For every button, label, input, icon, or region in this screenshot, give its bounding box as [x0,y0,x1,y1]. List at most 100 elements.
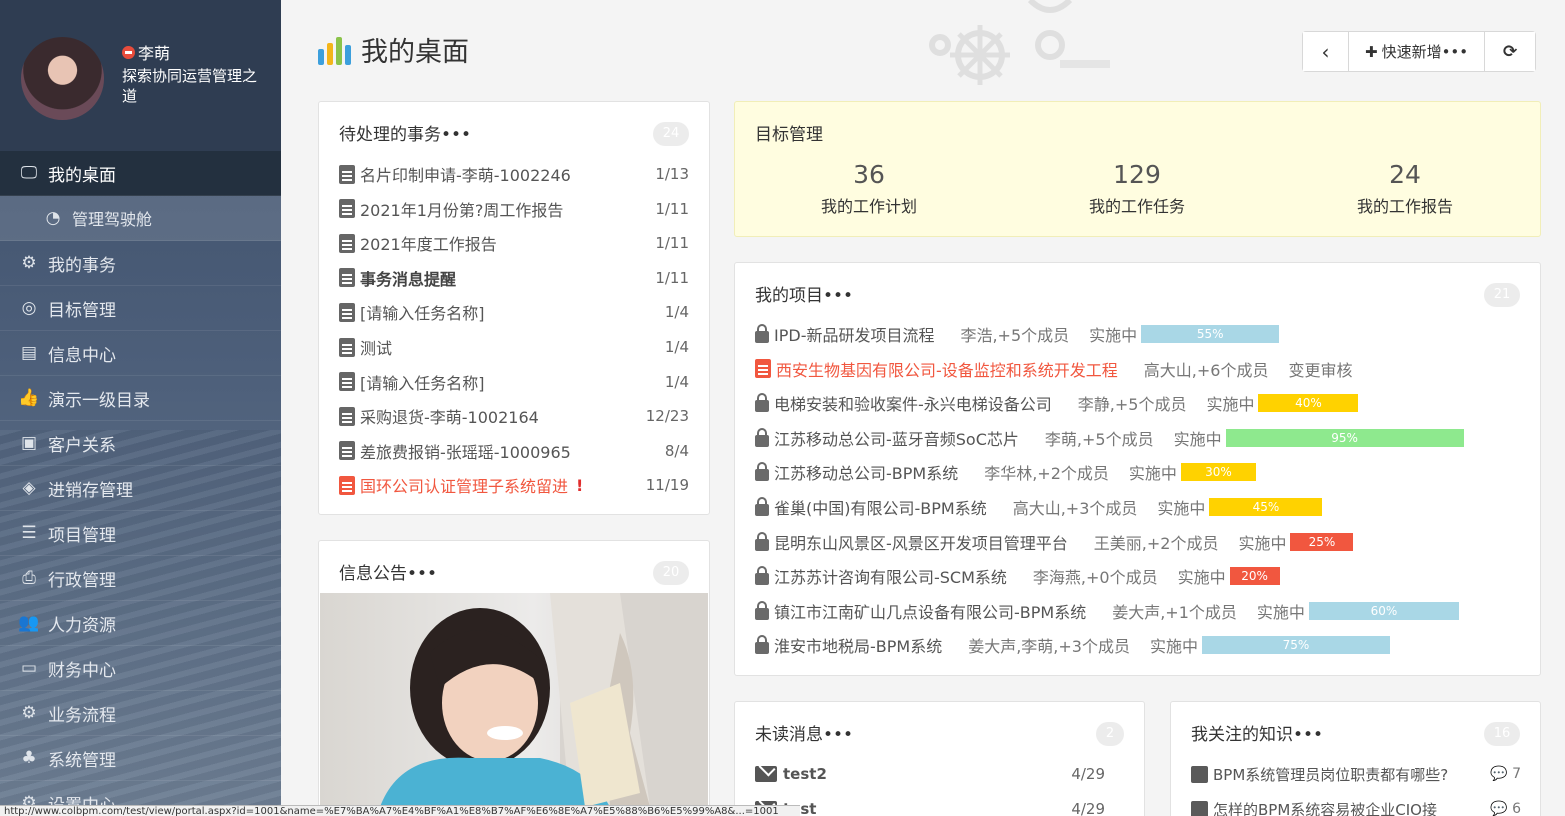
user-name-row[interactable]: 李萌 [122,40,170,64]
knowledge-title[interactable]: 我关注的知识••• [1191,720,1323,745]
project-item[interactable]: 电梯安装和验收案件-永兴电梯设备公司 李静,+5个成员 实施中 40% [755,389,1359,417]
cubes-icon: ◈ [22,478,36,498]
sidebar-item-8[interactable]: ☰ 项目管理 [0,511,281,556]
sidebar-item-13[interactable]: ♣ 系统管理 [0,736,281,781]
project-item[interactable]: 西安生物基因有限公司-设备监控和系统开发工程 高大山,+6个成员 变更审核 [755,355,1352,383]
project-name: IPD-新品研发项目流程 [774,326,935,345]
goal-work-report-label: 我的工作报告 [1356,197,1453,216]
gears-icon: ⚙ [21,253,37,273]
sidebar-item-11[interactable]: ▭ 财务中心 [0,646,281,691]
messages-count-badge: 2 [1096,722,1124,746]
todo-item-title: 国环公司认证管理子系统留进 [360,477,569,497]
todo-item[interactable]: 采购退货-李萌-1002164 12/23 [339,401,689,431]
project-name: 电梯安装和验收案件-永兴电梯设备公司 [774,395,1052,415]
project-item[interactable]: 雀巢(中国)有限公司-BPM系统 高大山,+3个成员 实施中 45% [755,493,1323,521]
sidebar-item-5[interactable]: 👍 演示一级目录 [0,376,281,421]
todo-item[interactable]: [请输入任务名称] 1/4 [339,297,689,327]
projects-title[interactable]: 我的项目••• [755,281,853,306]
message-item[interactable]: test4/29 [755,795,1105,816]
document-icon [339,372,355,392]
notice-photo[interactable] [320,593,708,807]
sidebar-item-4[interactable]: ▤ 信息中心 [0,331,281,376]
todo-item-title: [请输入任务名称] [360,373,485,393]
project-item[interactable]: 镇江市江南矿山几点设备有限公司-BPM系统 姜大声,+1个成员 实施中 60% [755,597,1459,625]
project-members: 李静,+5个成员 [1077,395,1187,415]
sidebar: 李萌 探索协同运营管理之道 🖵 我的桌面 ◔ 管理驾驶舱 ⚙ 我的事务 ◎ 目标管理 ▤ 信息中心… [0,0,281,816]
gears-decoration [929,0,1110,85]
goal-work-task-label: 我的工作任务 [1088,197,1185,216]
sidebar-item-label: 项目管理 [48,525,116,546]
project-status: 实施中 [1177,568,1226,588]
project-item[interactable]: 江苏移动总公司-蓝牙音频SoC芯片 李萌,+5个成员 实施中 95% [755,424,1464,452]
project-name: 西安生物基因有限公司-设备监控和系统开发工程 [776,360,1118,380]
project-progress-bar: 60% [1308,601,1459,620]
project-progress-bar: 95% [1225,428,1464,447]
todo-item[interactable]: [请输入任务名称] 1/4 [339,367,689,397]
sidebar-item-label: 人力资源 [48,615,116,636]
goal-work-plan[interactable]: 36 我的工作计划 [769,160,969,217]
note-icon [1191,800,1208,816]
app: { "user": {"name": "李萌", "motto": "探索协同运… [0,0,1565,816]
project-item[interactable]: 江苏苏计咨询有限公司-SCM系统 李海燕,+0个成员 实施中 20% [755,562,1280,590]
sidebar-item-10[interactable]: 👥 人力资源 [0,601,281,646]
todo-item-date: 8/4 [664,441,689,460]
comment-count: 💬 6 [1490,801,1521,816]
todo-item[interactable]: 国环公司认证管理子系统留进! 11/19 [339,470,689,500]
goal-work-plan-label: 我的工作计划 [820,197,917,216]
project-item[interactable]: IPD-新品研发项目流程 李浩,+5个成员 实施中 55% [755,320,1280,348]
project-item[interactable]: 淮安市地税局-BPM系统 姜大声,李萌,+3个成员 实施中 75% [755,631,1390,659]
user-profile: 李萌 探索协同运营管理之道 [0,0,281,151]
refresh-button[interactable]: ⟳ [1485,32,1536,71]
notice-title[interactable]: 信息公告••• [339,559,437,584]
sidebar-item-7[interactable]: ◈ 进销存管理 [0,466,281,511]
project-name: 雀巢(中国)有限公司-BPM系统 [774,499,987,518]
sidebar-item-label: 业务流程 [48,705,116,726]
todo-item[interactable]: 差旅费报销-张瑶瑶-1000965 8/4 [339,436,689,466]
todo-panel: 待处理的事务••• 24 名片印制申请-李萌-1002246 1/13 2021年1… [318,101,710,515]
sidebar-item-label: 我的桌面 [48,165,116,186]
todo-item[interactable]: 名片印制申请-李萌-1002246 1/13 [339,159,689,189]
sidebar-item-label: 目标管理 [48,300,116,321]
quick-add-button[interactable]: ✚ 快速新增••• [1349,32,1486,71]
page-title: 我的桌面 [318,30,469,69]
user-motto: 探索协同运营管理之道 [122,67,258,105]
todo-item[interactable]: 事务消息提醒 1/11 [339,263,689,293]
sidebar-item-3[interactable]: ◎ 目标管理 [0,286,281,331]
project-name: 镇江市江南矿山几点设备有限公司-BPM系统 [774,602,1087,622]
sidebar-item-6[interactable]: ▣ 客户关系 [0,421,281,466]
todo-item[interactable]: 2021年1月份第?周工作报告 1/11 [339,194,689,224]
chevron-left-icon: ‹ [1321,39,1330,64]
todo-item[interactable]: 测试 1/4 [339,332,689,362]
back-button[interactable]: ‹ [1303,32,1349,71]
todo-title[interactable]: 待处理的事务••• [339,120,471,145]
project-status: 实施中 [1157,499,1206,518]
header-toolbar: ‹ ✚ 快速新增••• ⟳ [1302,31,1537,72]
knowledge-item[interactable]: BPM系统管理员岗位职责都有哪些? 💬 7 [1191,760,1521,788]
sidebar-item-label: 我的事务 [48,255,116,276]
sidebar-item-0[interactable]: 🖵 我的桌面 [0,151,281,196]
project-item[interactable]: 昆明东山风景区-风景区开发项目管理平台 王美丽,+2个成员 实施中 25% [755,528,1354,556]
todo-item-date: 11/19 [645,476,689,495]
goal-work-report[interactable]: 24 我的工作报告 [1305,160,1505,217]
project-progress-bar: 75% [1202,636,1390,655]
project-item[interactable]: 江苏移动总公司-BPM系统 李华林,+2个成员 实施中 30% [755,458,1256,486]
sidebar-item-label: 演示一级目录 [48,390,150,411]
message-item[interactable]: test2 4/29 [755,760,1105,788]
lock-icon [755,497,769,516]
project-name: 江苏苏计咨询有限公司-SCM系统 [774,568,1007,588]
sidebar-item-1[interactable]: ◔ 管理驾驶舱 [0,196,281,241]
sidebar-item-2[interactable]: ⚙ 我的事务 [0,241,281,286]
document-icon [339,441,355,461]
knowledge-item[interactable]: 怎样的BPM系统容易被企业CIO接 💬 6 [1191,795,1521,816]
project-members: 李浩,+5个成员 [960,326,1070,345]
project-name: 淮安市地税局-BPM系统 [774,637,943,657]
avatar[interactable] [21,37,104,120]
goal-work-task[interactable]: 129 我的工作任务 [1037,160,1237,217]
sidebar-item-12[interactable]: ⚙ 业务流程 [0,691,281,736]
document-icon [339,337,355,357]
todo-item[interactable]: 2021年度工作报告 1/11 [339,228,689,258]
sidebar-item-9[interactable]: ⎙ 行政管理 [0,556,281,601]
project-progress-bar: 25% [1290,532,1354,551]
exclamation-icon: ! [576,475,584,495]
messages-title[interactable]: 未读消息••• [755,720,853,745]
